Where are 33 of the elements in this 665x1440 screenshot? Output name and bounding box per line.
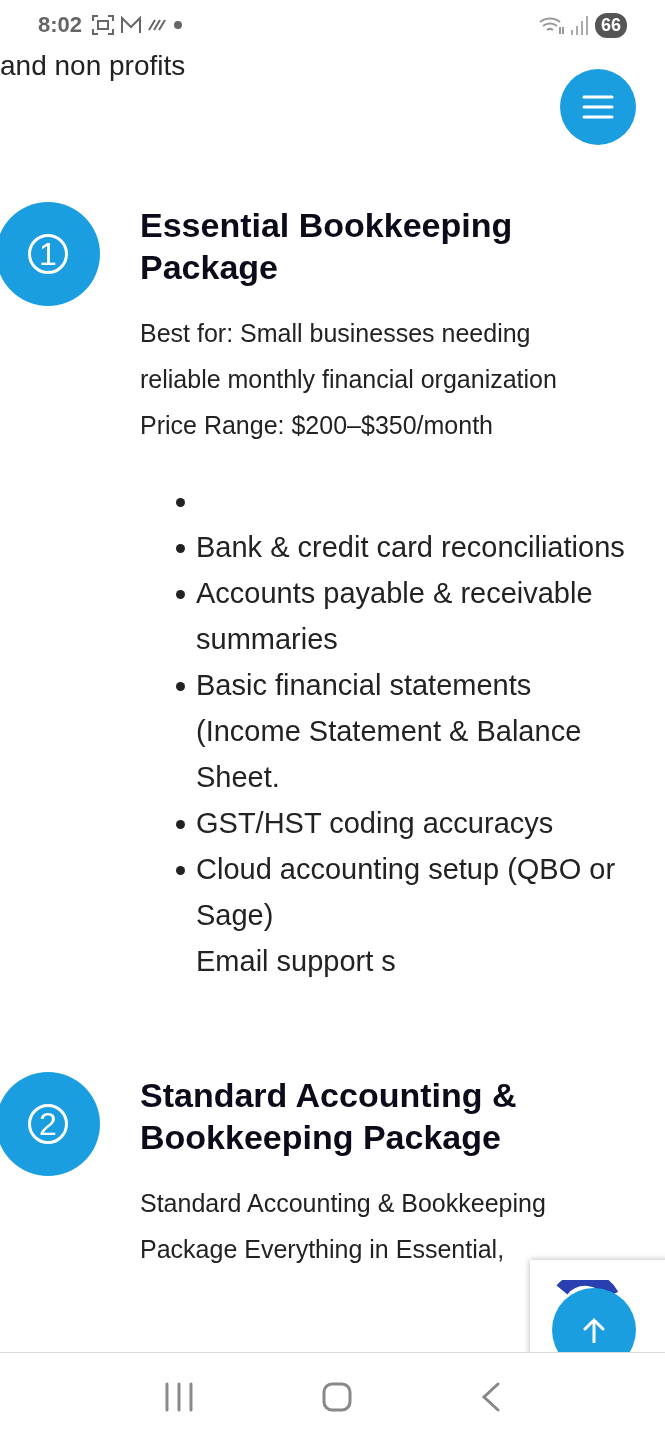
step-number-badge: 1 (0, 202, 100, 306)
package-description: Best for: Small businesses needing reliable monthly financial organization (140, 318, 558, 395)
mail-icon (120, 16, 143, 34)
page-text: and non profits (0, 50, 186, 82)
dot-icon (174, 21, 183, 29)
bullet-icon (176, 682, 185, 691)
recents-icon[interactable] (164, 1381, 195, 1412)
arrow-up-icon (583, 1317, 605, 1343)
bullet-icon (176, 544, 185, 553)
home-icon[interactable] (322, 1381, 353, 1412)
signal-icon (570, 15, 589, 35)
status-time: 8:02 (38, 12, 83, 38)
screenshot-icon (92, 15, 115, 35)
package-title: Essential Bookkeeping Package (140, 205, 514, 288)
list-item: Email support s (196, 944, 397, 979)
battery-level: 66 (594, 12, 627, 38)
bullet-icon (176, 498, 185, 507)
package-description: Price Range: $200–$350/month (140, 410, 495, 441)
list-item: Accounts payable & receivable summaries (196, 576, 594, 657)
package-description: Standard Accounting & Bookkeeping Package Everything in Essential, (140, 1188, 547, 1265)
package-title: Standard Accounting & Bookkeeping Package (140, 1075, 518, 1158)
list-item: Cloud accounting setup (QBO or Sage) (196, 852, 617, 933)
wifi-icon (538, 15, 565, 35)
bullet-icon (176, 820, 185, 829)
hatch-icon (148, 19, 169, 31)
list-item: Bank & credit card reconciliations (196, 530, 626, 565)
bullet-icon (176, 866, 185, 875)
back-icon[interactable] (480, 1381, 501, 1412)
menu-icon (582, 94, 614, 120)
bullet-icon (176, 590, 185, 599)
list-item: GST/HST coding accuracys (196, 806, 555, 841)
step-number-badge: 2 (0, 1072, 100, 1176)
list-item: Basic financial statements (Income Statement & Balance Sheet. (196, 668, 583, 795)
